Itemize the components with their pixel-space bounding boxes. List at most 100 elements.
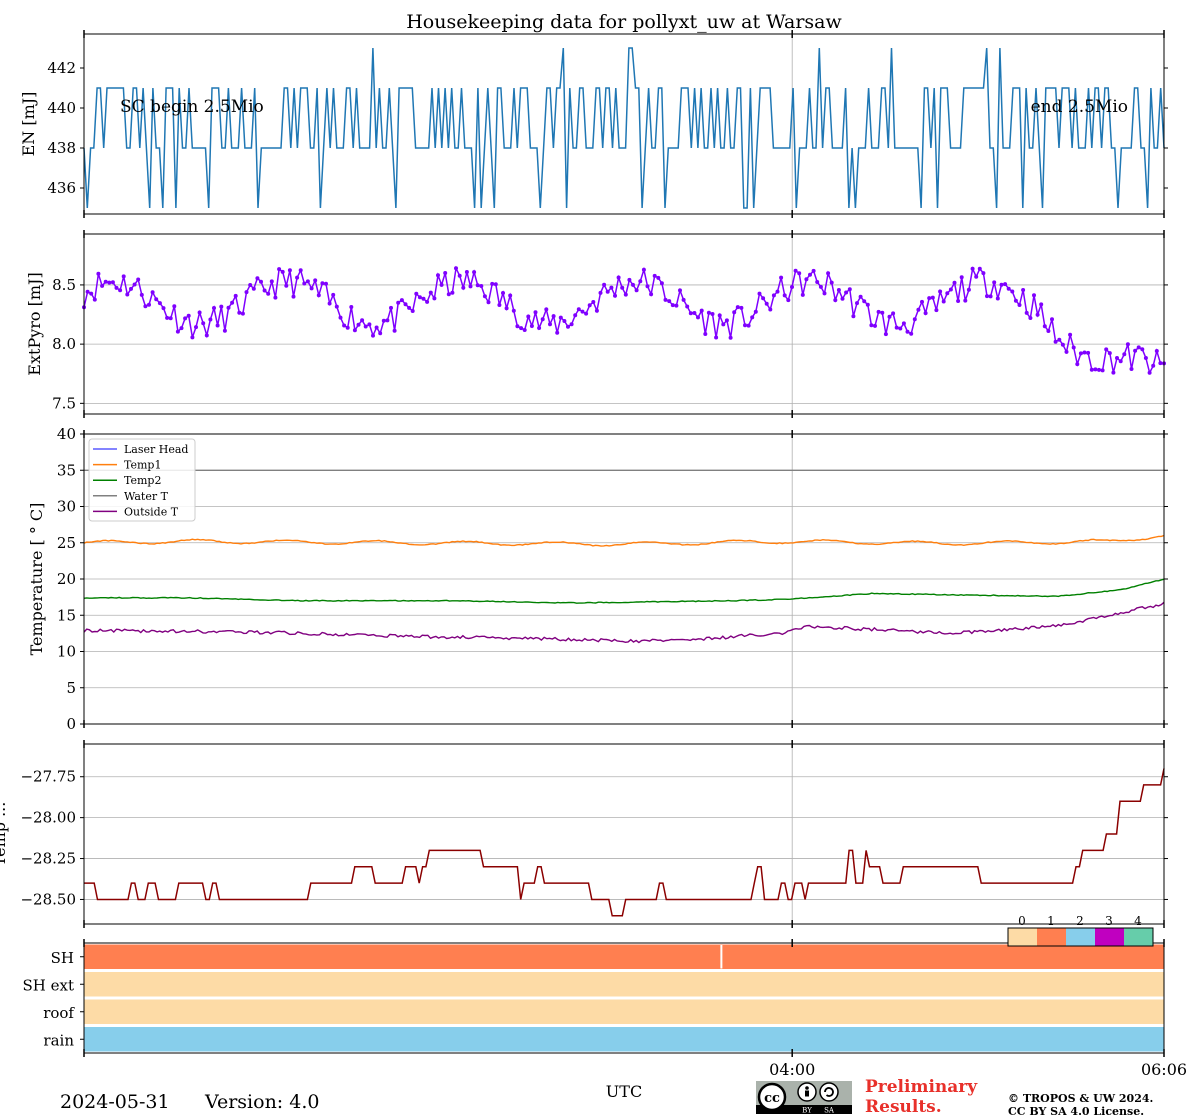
extpyro-point xyxy=(808,272,812,277)
extpyro-point xyxy=(302,281,307,286)
y-axis-label: Temperature [ ° C] xyxy=(27,503,46,656)
extpyro-point xyxy=(717,313,722,318)
extpyro-point xyxy=(826,271,831,276)
extpyro-point xyxy=(938,289,943,294)
extpyro-point xyxy=(927,296,932,301)
extpyro-point xyxy=(645,284,650,289)
extpyro-point xyxy=(613,293,617,298)
extpyro-point xyxy=(739,305,744,310)
extpyro-point xyxy=(858,294,863,299)
extpyro-point xyxy=(1100,368,1105,373)
extpyro-point xyxy=(573,313,578,318)
extpyro-point xyxy=(501,291,505,295)
extpyro-point xyxy=(800,292,805,297)
extpyro-point xyxy=(988,294,993,299)
extpyro-point xyxy=(298,268,303,273)
extpyro-point xyxy=(616,275,621,280)
extpyro-point xyxy=(634,288,639,293)
extpyro-point xyxy=(999,282,1004,287)
extpyro-point xyxy=(873,323,877,328)
extpyro-point xyxy=(367,322,372,327)
cc-by-sa-license-icon: cc BY SA xyxy=(756,1081,852,1114)
extpyro-point xyxy=(381,318,386,323)
extpyro-point xyxy=(916,307,921,312)
extpyro-point xyxy=(334,304,339,309)
extpyro-point xyxy=(324,281,328,286)
extpyro-point xyxy=(284,283,289,288)
temp-series-outside-t xyxy=(83,601,1165,644)
extpyro-point xyxy=(403,302,408,307)
temp-series-temp2 xyxy=(83,578,1165,604)
y-axis-label: EN [mJ] xyxy=(19,92,38,157)
extpyro-point xyxy=(450,290,455,295)
copyright-line2: CC BY SA 4.0 License. xyxy=(1008,1105,1145,1118)
extpyro-point xyxy=(421,296,426,301)
extpyro-point xyxy=(569,322,574,327)
chart-title: Housekeeping data for pollyxt_uw at Wars… xyxy=(406,11,842,33)
x-tick-label: 04:00 xyxy=(769,1060,815,1079)
extpyro-point xyxy=(183,316,188,321)
extpyro-point xyxy=(277,267,282,272)
extpyro-point xyxy=(266,291,271,296)
extpyro-point xyxy=(204,333,209,338)
y-tick-label: 20 xyxy=(57,570,76,588)
extpyro-point xyxy=(114,285,119,290)
colorbar-label: 1 xyxy=(1047,914,1055,928)
status-row-sh-ext xyxy=(84,972,1164,997)
extpyro-point xyxy=(259,279,263,284)
footer-version: Version: 4.0 xyxy=(205,1091,320,1113)
extpyro-point xyxy=(631,282,635,287)
extpyro-point xyxy=(974,274,979,279)
extpyro-point xyxy=(392,328,397,333)
status-row-rain xyxy=(84,1027,1164,1052)
preliminary-line1: Preliminary xyxy=(865,1077,978,1097)
extpyro-point xyxy=(587,303,592,308)
extpyro-point xyxy=(96,271,101,276)
extpyro-point xyxy=(771,293,776,298)
y-tick-label: 436 xyxy=(47,179,76,197)
extpyro-point xyxy=(1024,310,1029,315)
extpyro-point xyxy=(118,288,123,293)
extpyro-point xyxy=(432,296,437,301)
extpyro-point xyxy=(519,326,524,331)
extpyro-point xyxy=(201,321,206,326)
cc-symbol-text: cc xyxy=(764,1091,780,1106)
extpyro-point xyxy=(923,311,928,316)
extpyro-point xyxy=(417,295,422,300)
y-tick-label: 25 xyxy=(57,534,76,552)
x-axis-label: UTC xyxy=(606,1082,642,1101)
annotation-sc-begin: SC begin 2.5Mio xyxy=(120,97,264,117)
extpyro-point xyxy=(981,271,986,276)
extpyro-point xyxy=(930,295,935,300)
extpyro-point xyxy=(385,318,390,323)
extpyro-point xyxy=(526,314,531,319)
y-tick-label: 438 xyxy=(47,139,76,157)
extpyro-point xyxy=(248,283,253,287)
extpyro-point xyxy=(295,275,300,280)
status-row-label: SH ext xyxy=(23,976,75,994)
extpyro-point xyxy=(724,318,729,323)
extpyro-point xyxy=(175,329,180,334)
extpyro-point xyxy=(457,273,462,278)
extpyro-point xyxy=(584,311,589,316)
extpyro-point xyxy=(1136,345,1141,350)
y-tick-label: −28.00 xyxy=(20,809,76,827)
y-tick-label: 8.0 xyxy=(52,335,76,353)
extpyro-point xyxy=(887,314,892,319)
extpyro-point xyxy=(172,304,177,309)
extpyro-point xyxy=(714,335,719,340)
extpyro-point xyxy=(659,281,664,286)
extpyro-point xyxy=(544,307,549,312)
extpyro-point xyxy=(125,292,130,297)
extpyro-point xyxy=(956,299,961,303)
extpyro-point xyxy=(782,293,787,298)
y-tick-label: −28.25 xyxy=(20,850,76,868)
extpyro-point xyxy=(844,290,849,295)
extpyro-point xyxy=(768,307,773,312)
panel-extpyro: 7.5 8.0 8.5 ExtPyro [mJ] xyxy=(25,230,1168,418)
extpyro-point xyxy=(1042,324,1047,329)
extpyro-point xyxy=(345,325,350,330)
extpyro-point xyxy=(1046,329,1051,333)
extpyro-point xyxy=(865,302,870,307)
extpyro-point xyxy=(110,280,115,285)
